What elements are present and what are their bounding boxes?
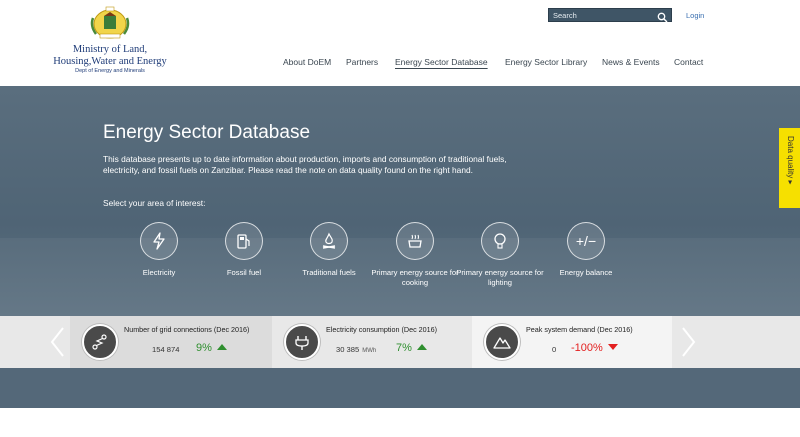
content-band <box>0 368 800 408</box>
kpi-change: -100% <box>571 342 618 354</box>
area-label: Primary energy source for lighting <box>456 268 544 287</box>
nav-contact[interactable]: Contact <box>674 57 703 67</box>
area-traditional-fuels[interactable]: Traditional fuels <box>284 222 374 278</box>
nav-energy-sector-database[interactable]: Energy Sector Database <box>395 57 488 67</box>
area-lighting[interactable]: Primary energy source for lighting <box>455 222 545 288</box>
data-quality-tab[interactable]: Data quality ▸ <box>779 128 800 208</box>
carousel-prev-icon[interactable] <box>48 326 68 358</box>
search-box <box>548 8 672 23</box>
trend-up-icon <box>416 344 427 350</box>
page-title: Energy Sector Database <box>103 122 311 143</box>
area-fossil-fuel[interactable]: Fossil fuel <box>199 222 289 278</box>
kpi-value: 0 <box>552 345 557 354</box>
login-link[interactable]: Login <box>686 11 704 20</box>
area-selector: Electricity Fossil fuel Traditional fuel… <box>0 222 800 292</box>
grid-connection-icon <box>82 324 118 360</box>
area-label: Fossil fuel <box>226 268 262 277</box>
kpi-carousel: Number of grid connections (Dec 2016) 15… <box>0 316 800 368</box>
fuel-pump-icon <box>225 222 263 260</box>
nav-energy-sector-library[interactable]: Energy Sector Library <box>505 57 587 67</box>
nav-partners[interactable]: Partners <box>346 57 378 67</box>
data-quality-label: Data quality ▸ <box>786 136 795 185</box>
campfire-icon <box>310 222 348 260</box>
search-icon[interactable] <box>657 10 668 23</box>
area-label: Primary energy source for cooking <box>371 268 459 287</box>
kpi-title: Number of grid connections (Dec 2016) <box>124 325 250 334</box>
kpi-electricity-consumption[interactable]: Electricity consumption (Dec 2016) 30 38… <box>272 316 472 368</box>
lightning-icon <box>140 222 178 260</box>
kpi-change: 9% <box>196 342 227 354</box>
plug-icon <box>284 324 320 360</box>
kpi-value: 154 874 <box>152 345 180 354</box>
area-label: Traditional fuels <box>302 268 356 277</box>
kpi-grid-connections[interactable]: Number of grid connections (Dec 2016) 15… <box>70 316 272 368</box>
hero-section: Energy Sector Database This database pre… <box>0 86 800 316</box>
cooking-pot-icon <box>396 222 434 260</box>
area-label: Electricity <box>142 268 176 277</box>
plus-minus-icon: +/− <box>567 222 605 260</box>
hero-description: This database presents up to date inform… <box>103 154 507 175</box>
kpi-title: Electricity consumption (Dec 2016) <box>326 325 438 334</box>
search-input[interactable] <box>551 9 655 21</box>
nav-news-events[interactable]: News & Events <box>602 57 660 67</box>
area-label: Energy balance <box>559 268 613 277</box>
carousel-next-icon[interactable] <box>678 326 698 358</box>
ministry-emblem-logo[interactable] <box>88 6 132 42</box>
nav-about-doem[interactable]: About DoEM <box>283 57 331 67</box>
trend-down-icon <box>607 344 618 350</box>
site-header: Ministry of Land, Housing,Water and Ener… <box>0 0 800 86</box>
main-nav: About DoEM Partners Energy Sector Databa… <box>0 57 800 71</box>
area-energy-balance[interactable]: +/− Energy balance <box>541 222 631 278</box>
kpi-title: Peak system demand (Dec 2016) <box>526 325 633 334</box>
kpi-value: 30 385 MWh <box>336 345 377 354</box>
area-electricity[interactable]: Electricity <box>114 222 204 278</box>
mountain-peak-icon <box>484 324 520 360</box>
light-bulb-icon <box>481 222 519 260</box>
page-footer <box>0 408 800 437</box>
trend-up-icon <box>216 344 227 350</box>
kpi-peak-system-demand[interactable]: Peak system demand (Dec 2016) 0 -100% <box>472 316 672 368</box>
area-cooking[interactable]: Primary energy source for cooking <box>370 222 460 288</box>
kpi-change: 7% <box>396 342 427 354</box>
select-area-prompt: Select your area of interest: <box>103 198 206 208</box>
